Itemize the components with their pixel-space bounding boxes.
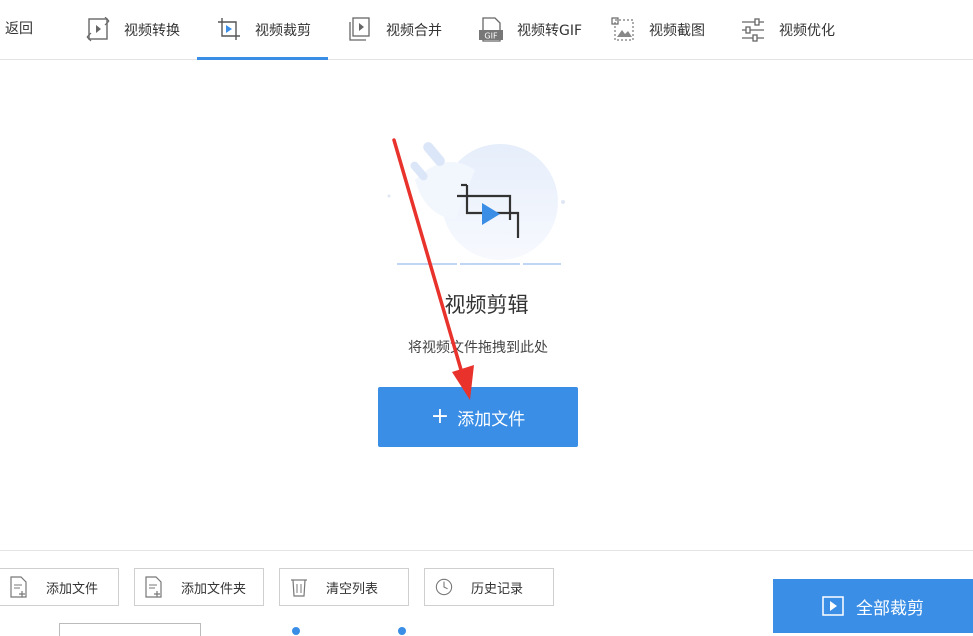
trash-icon bbox=[290, 576, 308, 598]
dropzone-subtitle: 将视频文件拖拽到此处 bbox=[408, 340, 548, 356]
add-folder-icon bbox=[145, 576, 163, 598]
tab-label: 视频裁剪 bbox=[255, 22, 311, 39]
back-button[interactable]: 返回 bbox=[5, 18, 33, 38]
video-convert-icon bbox=[86, 16, 110, 43]
svg-text:GIF: GIF bbox=[484, 31, 498, 40]
button-label: 添加文件夹 bbox=[181, 581, 247, 597]
history-icon bbox=[435, 576, 453, 598]
tab-label: 视频合并 bbox=[386, 22, 442, 39]
add-file-button[interactable]: + 添加文件 bbox=[378, 387, 578, 447]
screenshot-icon bbox=[611, 16, 635, 43]
video-crop-icon bbox=[217, 17, 241, 43]
tab-video-convert[interactable]: 视频转换 bbox=[86, 0, 180, 59]
play-icon bbox=[822, 596, 844, 616]
add-folder-button[interactable]: 添加文件夹 bbox=[134, 568, 264, 606]
add-file-toolbar-button[interactable]: 添加文件 bbox=[0, 568, 119, 606]
clear-list-button[interactable]: 清空列表 bbox=[279, 568, 409, 606]
video-merge-icon bbox=[348, 16, 372, 43]
output-dropdown-edge[interactable] bbox=[59, 623, 201, 636]
dropzone-illustration bbox=[385, 130, 575, 270]
radio-indicator[interactable] bbox=[292, 627, 300, 635]
tab-label: 视频转GIF bbox=[517, 22, 583, 39]
tab-video-crop[interactable]: 视频裁剪 bbox=[197, 0, 328, 60]
tab-label: 视频转换 bbox=[124, 22, 180, 39]
tab-video-to-gif[interactable]: GIF 视频转GIF bbox=[479, 0, 582, 59]
gif-icon: GIF bbox=[479, 16, 503, 43]
tab-video-optimize[interactable]: 视频优化 bbox=[741, 0, 835, 59]
tab-label: 视频优化 bbox=[779, 22, 835, 39]
optimize-icon bbox=[741, 17, 765, 43]
top-tab-bar: 返回 视频转换 视频裁剪 视频合并 GIF 视频转GIF 视频截图 视频优化 bbox=[0, 0, 973, 60]
button-label: 清空列表 bbox=[326, 581, 379, 597]
tab-label: 视频截图 bbox=[649, 22, 705, 39]
tab-video-merge[interactable]: 视频合并 bbox=[348, 0, 442, 59]
button-label: 历史记录 bbox=[471, 581, 524, 597]
bottom-toolbar: 添加文件 添加文件夹 清空列表 历史记录 全部裁剪 bbox=[0, 550, 973, 636]
dropzone-title: 视频剪辑 bbox=[444, 293, 529, 317]
plus-icon: + bbox=[430, 404, 450, 429]
tab-video-screenshot[interactable]: 视频截图 bbox=[611, 0, 705, 59]
crop-all-button[interactable]: 全部裁剪 bbox=[773, 579, 973, 633]
history-button[interactable]: 历史记录 bbox=[424, 568, 554, 606]
add-file-icon bbox=[10, 576, 28, 598]
add-file-label: 添加文件 bbox=[457, 409, 526, 430]
button-label: 添加文件 bbox=[46, 581, 99, 597]
radio-indicator[interactable] bbox=[398, 627, 406, 635]
crop-all-label: 全部裁剪 bbox=[856, 598, 924, 619]
